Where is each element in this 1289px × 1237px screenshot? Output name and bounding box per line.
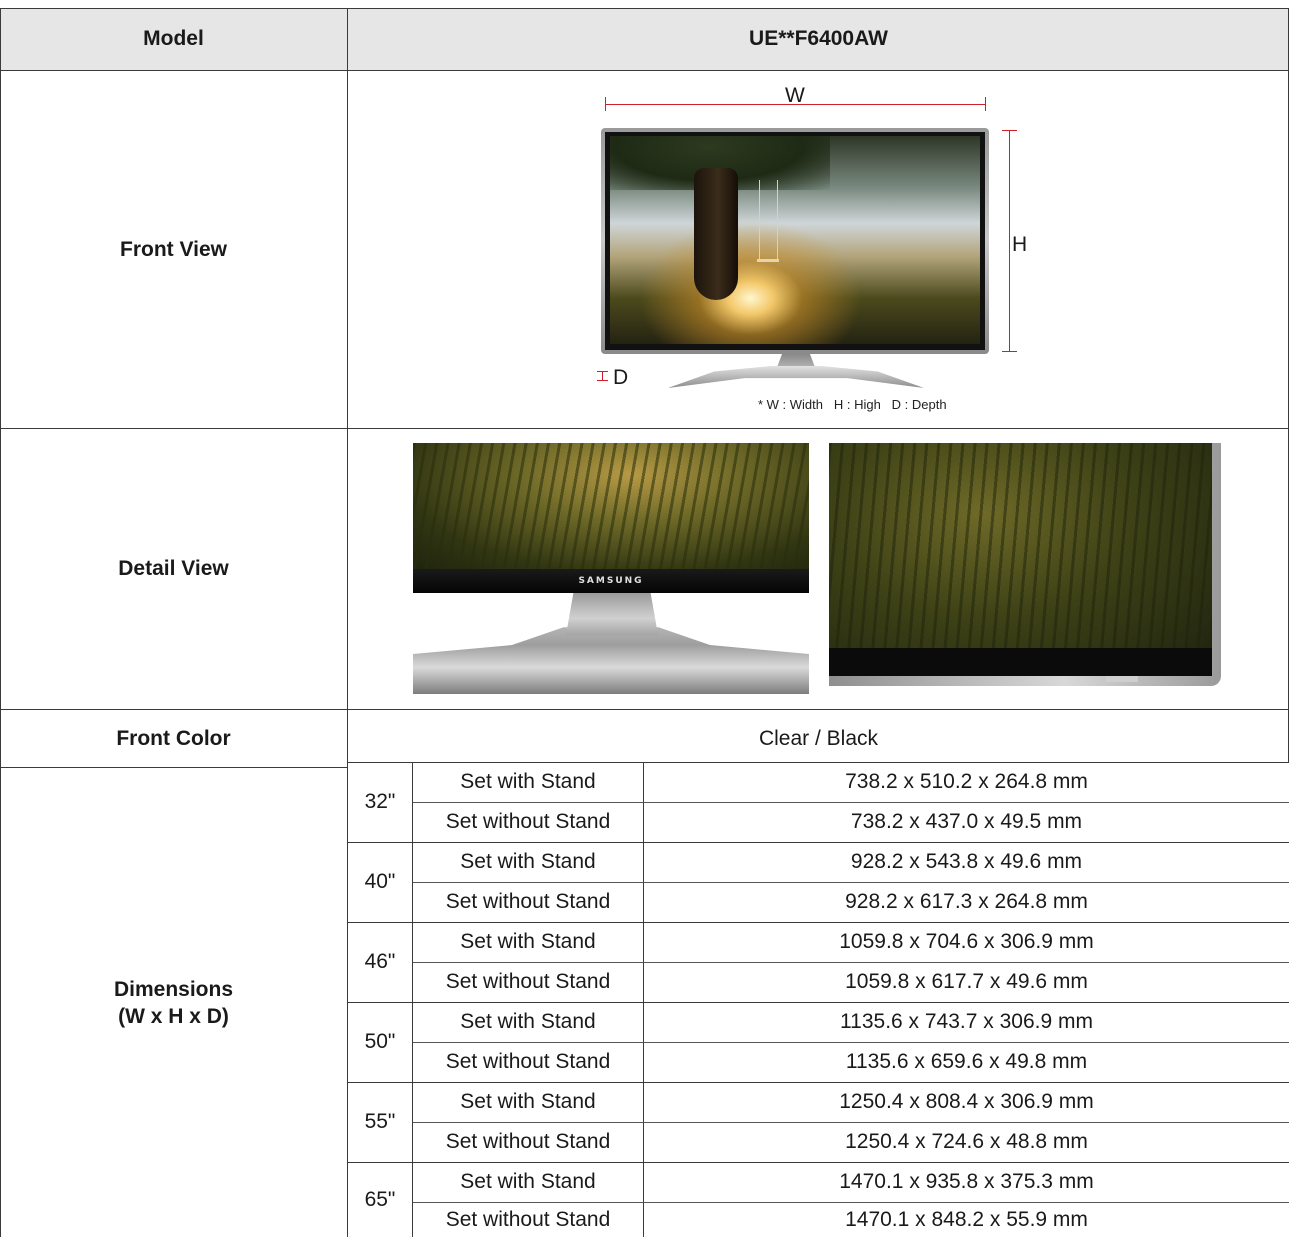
dimension-value: 928.2 x 543.8 x 49.6 mm: [850, 850, 1083, 873]
dimensions-label-line1: Dimensions: [113, 977, 234, 1001]
stand-type: Set without Stand: [445, 970, 611, 993]
dimension-value: 1470.1 x 935.8 x 375.3 mm: [839, 1170, 1094, 1193]
size-65: 65": [364, 1187, 396, 1211]
stand-type: Set with Stand: [460, 1170, 596, 1193]
dimension-value: 738.2 x 437.0 x 49.5 mm: [850, 810, 1083, 833]
dimensions-label: Dimensions (W x H x D): [0, 768, 347, 1237]
dimension-value: 1059.8 x 617.7 x 49.6 mm: [845, 970, 1088, 993]
samsung-logo: SAMSUNG: [578, 576, 644, 586]
width-marker-label: W: [785, 84, 805, 107]
dimension-value: 1135.6 x 659.6 x 49.8 mm: [845, 1050, 1088, 1073]
dimension-value: 1135.6 x 743.7 x 306.9 mm: [840, 1010, 1093, 1033]
model-name: UE**F6400AW: [749, 27, 888, 50]
detail-view-label: Detail View: [118, 557, 229, 580]
stand-type: Set without Stand: [445, 1050, 611, 1073]
stand-type: Set without Stand: [445, 1207, 611, 1231]
height-marker-label: H: [1012, 233, 1028, 256]
stand-type: Set without Stand: [445, 1130, 611, 1153]
front-color-label: Front Color: [116, 726, 231, 750]
depth-marker-label: D: [613, 366, 629, 389]
stand-type: Set without Stand: [445, 810, 611, 833]
dimension-value: 1059.8 x 704.6 x 306.9 mm: [839, 930, 1094, 953]
dimension-value: 1470.1 x 848.2 x 55.9 mm: [845, 1207, 1088, 1231]
stand-type: Set with Stand: [460, 930, 596, 953]
dimension-value: 928.2 x 617.3 x 264.8 mm: [845, 890, 1088, 913]
dimension-legend: * W : Width H : High D : Depth: [758, 397, 947, 412]
front-view-label: Front View: [120, 237, 227, 261]
stand-type: Set with Stand: [460, 1090, 596, 1113]
size-32: 32": [364, 790, 396, 813]
size-50: 50": [364, 1030, 396, 1053]
model-header-label: Model: [143, 27, 204, 50]
dimension-value: 738.2 x 510.2 x 264.8 mm: [845, 770, 1088, 793]
dimension-value: 1250.4 x 808.4 x 306.9 mm: [839, 1090, 1094, 1113]
dimensions-label-line2: (W x H x D): [118, 1004, 229, 1028]
size-55: 55": [364, 1110, 396, 1133]
size-40: 40": [364, 870, 396, 893]
stand-type: Set with Stand: [460, 1010, 596, 1033]
stand-type: Set with Stand: [460, 850, 596, 873]
front-color-value: Clear / Black: [758, 726, 879, 750]
size-46: 46": [364, 950, 396, 973]
stand-type: Set with Stand: [460, 770, 596, 793]
dimension-value: 1250.4 x 724.6 x 48.8 mm: [845, 1130, 1088, 1153]
stand-type: Set without Stand: [445, 890, 611, 913]
